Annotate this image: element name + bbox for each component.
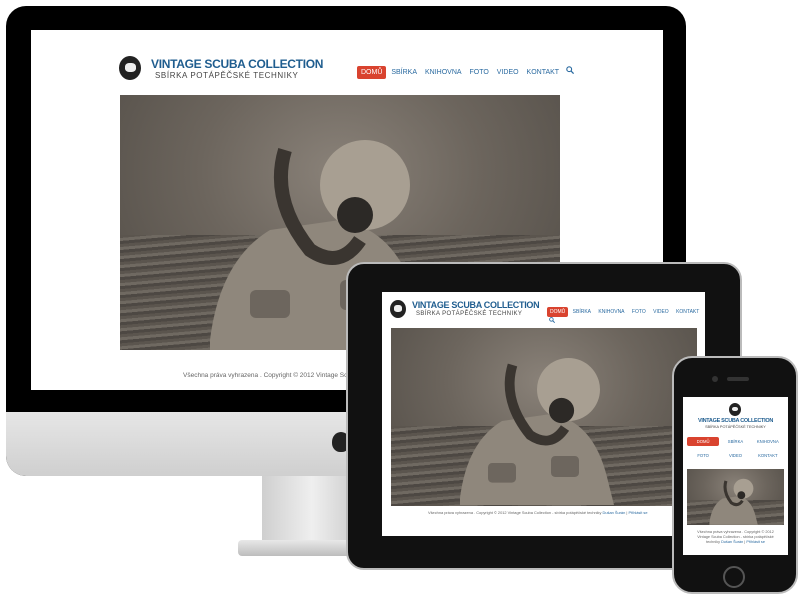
search-icon[interactable]: [566, 66, 575, 76]
search-icon[interactable]: [549, 317, 556, 325]
nav-knihovna[interactable]: KNIHOVNA: [595, 307, 627, 317]
nav-domu[interactable]: DOMŮ: [547, 307, 569, 317]
ipad-screen: VINTAGE SCUBA COLLECTION SBÍRKA POTÁPĚČS…: [382, 292, 705, 536]
iphone-footer: Všechna práva vyhrazena . Copyright © 20…: [683, 530, 788, 545]
nav-domu[interactable]: DOMŮ: [687, 437, 720, 446]
site-subtitle: SBÍRKA POTÁPĚČSKÉ TECHNIKY: [155, 71, 299, 80]
site-subtitle: SBÍRKA POTÁPĚČSKÉ TECHNIKY: [705, 425, 766, 429]
nav-kontakt[interactable]: KONTAKT: [524, 66, 563, 79]
nav-foto[interactable]: FOTO: [687, 451, 719, 460]
hero-photo: [391, 328, 697, 506]
site-subtitle: SBÍRKA POTÁPĚČSKÉ TECHNIKY: [416, 311, 523, 317]
nav-sbirka[interactable]: SBÍRKA: [719, 437, 751, 446]
skull-logo-icon: [729, 403, 741, 416]
footer-copyright: Všechna práva vyhrazena . Copyright © 20…: [428, 510, 602, 515]
main-nav: DOMŮ SBÍRKA KNIHOVNA FOTO VIDEO KONTAKT: [687, 437, 784, 460]
skull-logo-icon: [390, 300, 406, 318]
footer-author-link[interactable]: Dušan Šurán: [721, 540, 743, 544]
footer-author-link[interactable]: Dušan Šurán: [603, 510, 626, 515]
nav-knihovna[interactable]: KNIHOVNA: [422, 66, 465, 79]
main-nav: DOMŮ SBÍRKA KNIHOVNA FOTO VIDEO KONTAKT: [357, 66, 575, 79]
site-title[interactable]: VINTAGE SCUBA COLLECTION: [151, 57, 323, 71]
skull-logo-icon: [119, 56, 141, 80]
home-button-icon: [723, 566, 745, 588]
nav-kontakt[interactable]: KONTAKT: [752, 451, 784, 460]
iphone-screen: VINTAGE SCUBA COLLECTION SBÍRKA POTÁPĚČS…: [683, 397, 788, 555]
nav-domu[interactable]: DOMŮ: [357, 66, 387, 79]
nav-knihovna[interactable]: KNIHOVNA: [752, 437, 784, 446]
footer-login-link[interactable]: Přihlásit se: [746, 540, 765, 544]
nav-sbirka[interactable]: SBÍRKA: [388, 66, 420, 79]
diver-illustration: [709, 478, 758, 525]
hero-photo: [687, 469, 784, 525]
diver-illustration: [460, 358, 614, 505]
camera-icon: [712, 376, 718, 382]
nav-foto[interactable]: FOTO: [629, 307, 649, 317]
nav-video[interactable]: VIDEO: [494, 66, 522, 79]
site-title[interactable]: VINTAGE SCUBA COLLECTION: [412, 300, 540, 310]
ipad-footer: Všechna práva vyhrazena . Copyright © 20…: [428, 510, 647, 515]
nav-kontakt[interactable]: KONTAKT: [673, 307, 702, 317]
footer-login-link[interactable]: Přihlásit se: [628, 510, 647, 515]
nav-video[interactable]: VIDEO: [650, 307, 672, 317]
main-nav: DOMŮ SBÍRKA KNIHOVNA FOTO VIDEO KONTAKT: [547, 307, 705, 325]
site-title[interactable]: VINTAGE SCUBA COLLECTION: [683, 418, 788, 424]
nav-sbirka[interactable]: SBÍRKA: [570, 307, 594, 317]
nav-foto[interactable]: FOTO: [467, 66, 492, 79]
footer-line-3: techniky: [706, 540, 720, 544]
nav-video[interactable]: VIDEO: [719, 451, 751, 460]
speaker-grille: [727, 377, 749, 381]
